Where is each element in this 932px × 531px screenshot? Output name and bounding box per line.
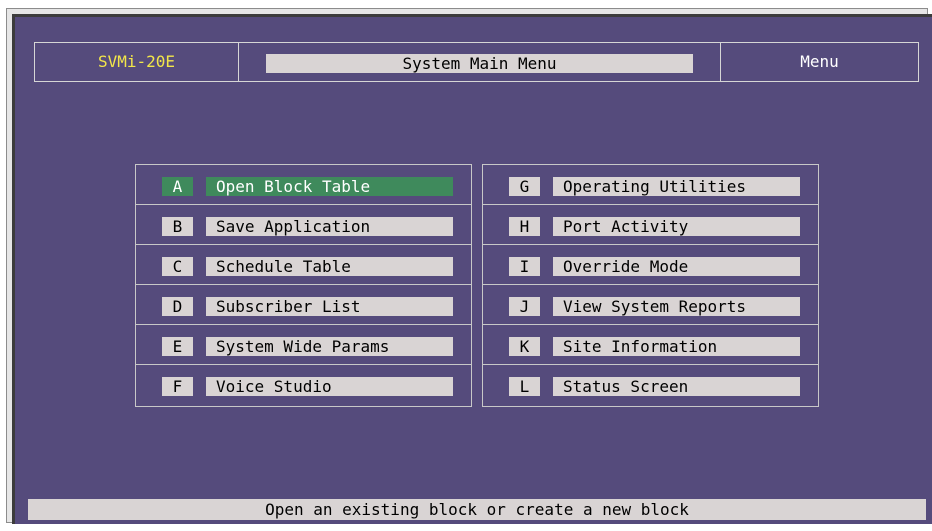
- menu-key: A: [162, 177, 193, 196]
- mode-label: Menu: [800, 52, 839, 71]
- menu-item-override-mode[interactable]: I Override Mode: [483, 245, 818, 285]
- menu-item-operating-utilities[interactable]: G Operating Utilities: [483, 165, 818, 205]
- menu-key: K: [509, 337, 540, 356]
- menu-item-voice-studio[interactable]: F Voice Studio: [136, 365, 471, 405]
- menu-label: Schedule Table: [206, 257, 453, 276]
- menu-panel-right: G Operating Utilities H Port Activity I …: [482, 164, 819, 407]
- menu-label: Override Mode: [553, 257, 800, 276]
- menu-key: D: [162, 297, 193, 316]
- page-title: System Main Menu: [266, 54, 693, 73]
- menu-item-status-screen[interactable]: L Status Screen: [483, 365, 818, 405]
- menu-label: Open Block Table: [206, 177, 453, 196]
- menu-label: Site Information: [553, 337, 800, 356]
- menu-label: Save Application: [206, 217, 453, 236]
- menu-key: G: [509, 177, 540, 196]
- menu-item-subscriber-list[interactable]: D Subscriber List: [136, 285, 471, 325]
- menu-key: L: [509, 377, 540, 396]
- header-bar: SVMi-20E System Main Menu Menu: [34, 42, 919, 82]
- menu-item-system-wide-params[interactable]: E System Wide Params: [136, 325, 471, 365]
- menu-key: E: [162, 337, 193, 356]
- menu-label: Port Activity: [553, 217, 800, 236]
- menu-panel-left: A Open Block Table B Save Application C …: [135, 164, 472, 407]
- menu-item-schedule-table[interactable]: C Schedule Table: [136, 245, 471, 285]
- menu-key: C: [162, 257, 193, 276]
- menu-label: Operating Utilities: [553, 177, 800, 196]
- menu-label: Voice Studio: [206, 377, 453, 396]
- status-line: Open an existing block or create a new b…: [28, 499, 926, 520]
- menu-label: Subscriber List: [206, 297, 453, 316]
- menu-label: View System Reports: [553, 297, 800, 316]
- menu-key: J: [509, 297, 540, 316]
- menu-key: H: [509, 217, 540, 236]
- menu-item-open-block-table[interactable]: A Open Block Table: [136, 165, 471, 205]
- menu-key: B: [162, 217, 193, 236]
- header-divider: [238, 43, 239, 81]
- menu-item-site-information[interactable]: K Site Information: [483, 325, 818, 365]
- model-name: SVMi-20E: [97, 52, 176, 71]
- menu-key: I: [509, 257, 540, 276]
- menu-label: Status Screen: [553, 377, 800, 396]
- terminal-screen: SVMi-20E System Main Menu Menu A Open Bl…: [12, 14, 932, 524]
- menu-item-save-application[interactable]: B Save Application: [136, 205, 471, 245]
- menu-label: System Wide Params: [206, 337, 453, 356]
- menu-item-view-system-reports[interactable]: J View System Reports: [483, 285, 818, 325]
- menu-item-port-activity[interactable]: H Port Activity: [483, 205, 818, 245]
- menu-key: F: [162, 377, 193, 396]
